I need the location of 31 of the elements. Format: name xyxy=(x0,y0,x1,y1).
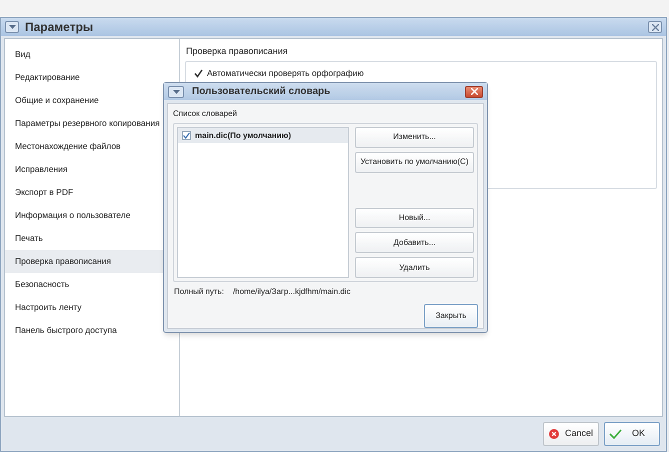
dialog-button[interactable]: Установить по умолчанию(С) xyxy=(355,152,474,173)
section-heading: Проверка правописания xyxy=(185,45,289,58)
checkbox[interactable] xyxy=(194,68,203,78)
path-value: /home/ilya/Загр...kjdfhm/main.dic xyxy=(232,286,351,298)
sidebar-item[interactable]: Редактирование xyxy=(5,66,179,89)
chevron-icon xyxy=(8,25,16,29)
dialog-menu-button[interactable] xyxy=(168,86,184,98)
close-icon xyxy=(470,88,478,95)
dialog-close-button[interactable] xyxy=(465,86,483,98)
checkmark-icon xyxy=(609,429,622,439)
sidebar-item[interactable]: Вид xyxy=(5,43,179,66)
close-dialog-button[interactable]: Закрыть xyxy=(424,304,478,328)
close-icon xyxy=(652,24,658,30)
path-label: Полный путь: xyxy=(174,286,224,298)
dialog-button[interactable]: Добавить... xyxy=(355,232,474,254)
dialog-title: Пользовательский словарь xyxy=(192,85,330,99)
chevron-icon xyxy=(172,90,180,94)
cancel-icon xyxy=(549,428,559,440)
window-title: Параметры xyxy=(25,19,94,36)
list-label: Список словарей xyxy=(173,108,238,120)
close-button[interactable] xyxy=(648,21,662,33)
dialog-button[interactable]: Новый... xyxy=(355,208,474,228)
cancel-button[interactable]: Cancel xyxy=(543,422,599,446)
dialog-button[interactable]: Изменить... xyxy=(355,127,474,148)
checkbox[interactable] xyxy=(182,131,191,140)
option-label: Автоматически проверять орфографию xyxy=(207,67,364,80)
dialog-button[interactable]: Удалить xyxy=(355,257,474,278)
dictionary-row[interactable]: main.dic(По умолчанию) xyxy=(178,128,348,143)
window-menu-button[interactable] xyxy=(5,21,19,33)
ok-button[interactable]: OK xyxy=(604,422,660,446)
dictionary-list[interactable]: main.dic(По умолчанию) xyxy=(177,127,349,278)
